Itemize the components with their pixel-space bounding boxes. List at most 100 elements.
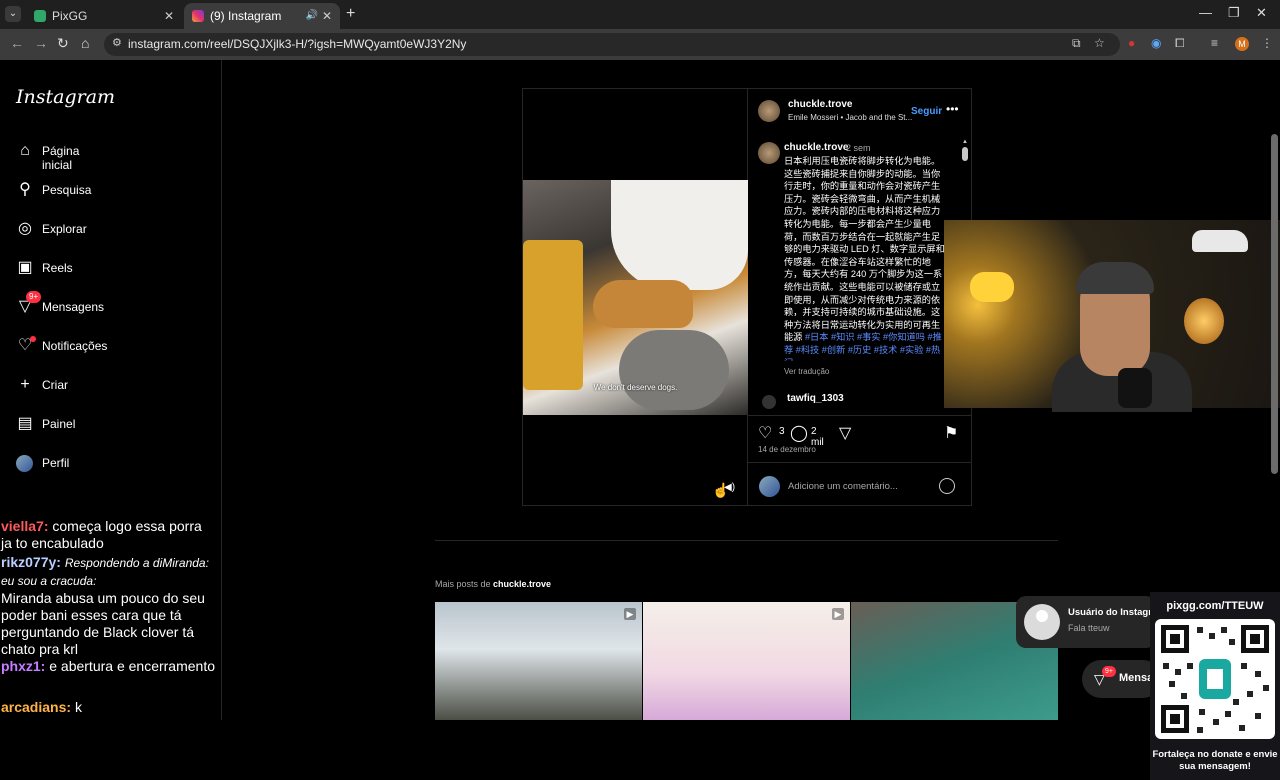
video-stretcher (523, 240, 583, 390)
url-text: instagram.com/reel/DSQJXjlk3-H/?igsh=MWQ… (128, 37, 467, 51)
extension-icon[interactable]: ◉ (1151, 36, 1161, 50)
scroll-thumb[interactable] (1271, 134, 1278, 474)
chat-username: arcadians: (1, 699, 72, 715)
post-audio[interactable]: Emile Mosseri • Jacob and the St... (788, 113, 913, 122)
chat-text: Miranda abusa um pouco do seu poder bani… (1, 590, 205, 657)
back-icon[interactable]: ← (10, 35, 24, 51)
sidebar-item-label: Painel (42, 417, 76, 431)
chat-username: rikz077y: (1, 554, 61, 570)
install-app-icon[interactable]: ⧉ (1072, 36, 1081, 51)
instagram-logo[interactable]: Instagram (16, 86, 115, 108)
profile-avatar[interactable]: M (1235, 37, 1249, 51)
messages-badge: 9+ (1102, 666, 1116, 677)
video-patient (619, 330, 729, 410)
video-person (611, 180, 748, 290)
post-username[interactable]: chuckle.trove (788, 99, 852, 110)
section-divider (435, 540, 1058, 541)
scroll-up-icon[interactable]: ▲ (962, 139, 968, 145)
see-translation-link[interactable]: Ver tradução (784, 367, 829, 376)
site-info-icon[interactable]: ⚙ (112, 36, 122, 49)
messages-label: Mensa (1119, 672, 1154, 684)
message-notification[interactable]: Usuário do Instagram Fala tteuw (1016, 596, 1166, 648)
avatar-head (1036, 610, 1048, 622)
tab-instagram[interactable]: (9) Instagram 🔊 ✕ (184, 3, 340, 29)
share-icon[interactable]: ▽ (839, 423, 851, 443)
close-window-button[interactable]: ✕ (1256, 5, 1267, 21)
emoji-icon[interactable] (939, 478, 955, 494)
close-icon[interactable]: ✕ (322, 3, 332, 29)
forward-icon[interactable]: → (34, 35, 48, 51)
media-control-icon[interactable]: ≡ (1211, 36, 1218, 50)
dashboard-icon: ▤ (17, 415, 33, 432)
avatar (759, 476, 780, 497)
avatar[interactable] (762, 395, 776, 409)
webcam-overlay (944, 220, 1280, 412)
menu-icon[interactable]: ⋮ (1261, 36, 1273, 50)
search-icon: ⚲ (19, 181, 31, 198)
instagram-favicon-icon (192, 10, 204, 22)
more-icon[interactable]: ••• (946, 102, 959, 116)
scroll-thumb[interactable] (962, 147, 968, 161)
post-thumbnail[interactable]: ▶ (643, 602, 850, 720)
reel-video[interactable]: We don't deserve dogs. ◀) (522, 88, 748, 506)
plus-icon: + (20, 376, 30, 393)
post-panel: chuckle.trove Emile Mosseri • Jacob and … (748, 88, 972, 506)
notification-dot (30, 336, 36, 342)
webcam-streamer-cap (1076, 262, 1154, 294)
tab-title: PixGG (52, 9, 88, 23)
compass-icon: ◎ (18, 220, 32, 237)
comment-username[interactable]: tawfiq_1303 (787, 393, 844, 404)
follow-button[interactable]: Seguir (911, 106, 942, 117)
chat-username: viella7: (1, 518, 49, 534)
comment-icon[interactable]: ◯ (790, 423, 808, 443)
sidebar-item-label: Criar (42, 378, 68, 392)
donation-url: pixgg.com/TTEUW (1166, 600, 1264, 612)
close-icon[interactable]: ✕ (164, 3, 174, 29)
speaker-icon[interactable]: 🔊 (306, 3, 318, 29)
notification-text: Fala tteuw (1068, 623, 1110, 633)
reload-icon[interactable]: ↻ (57, 35, 69, 52)
new-tab-button[interactable]: + (346, 5, 355, 23)
comment-input[interactable]: Adicione um comentário... (788, 481, 898, 492)
donation-qr-overlay: pixgg.com/TTEUW Fortaleça no donate e en… (1150, 592, 1280, 780)
avatar[interactable] (758, 142, 780, 164)
more-posts-label: Mais posts de chuckle.trove (435, 579, 551, 589)
qr-code-graphic (1161, 625, 1269, 733)
extension-icon[interactable]: ● (1128, 36, 1135, 50)
qr-code (1155, 619, 1275, 739)
home-icon[interactable]: ⌂ (81, 35, 89, 51)
chat-username: phxz1: (1, 658, 46, 674)
address-bar-row: ← → ↻ ⌂ ⚙ instagram.com/reel/DSQJXjlk3-H… (0, 29, 1280, 60)
page-scrollbar[interactable] (1271, 124, 1278, 474)
like-icon[interactable]: ♡ (758, 423, 772, 443)
bookmark-star-icon[interactable]: ☆ (1094, 36, 1105, 50)
chat-message: viella7: começa logo essa porra ja to en… (1, 518, 216, 552)
chat-message: phxz1: e abertura e encerramento (1, 658, 216, 675)
avatar[interactable] (758, 100, 780, 122)
restore-button[interactable]: ❐ (1228, 5, 1240, 21)
post-thumbnail[interactable]: ▶ (435, 602, 642, 720)
puzzle-icon[interactable]: ⧠ (1175, 36, 1185, 51)
sidebar-item-label: Página inicial (42, 144, 80, 172)
avatar (16, 455, 33, 472)
more-posts-user[interactable]: chuckle.trove (493, 579, 551, 589)
caption-hashtags[interactable]: #日本 #知识 #事实 #你知道吗 #推荐 #科技 #创新 #历史 #技术 #实… (784, 332, 942, 361)
bookmark-icon[interactable]: ⚑ (944, 423, 958, 443)
sidebar-item-label: Perfil (42, 456, 70, 470)
webcam-microphone (1118, 368, 1152, 408)
like-count: 3 (779, 426, 785, 437)
url-field[interactable]: ⚙ instagram.com/reel/DSQJXjlk3-H/?igsh=M… (104, 33, 1120, 56)
caption-username[interactable]: chuckle.trove (784, 142, 848, 153)
divider (748, 415, 972, 416)
reel-icon: ▶ (832, 608, 844, 620)
pixgg-favicon-icon (34, 10, 46, 22)
webcam-toy-car (1192, 230, 1248, 252)
post-caption: 日本利用压电瓷砖将脚步转化为电能。这些瓷砖捕捉来自你脚步的动能。当你行走时，你的… (784, 155, 948, 361)
tab-title: (9) Instagram (210, 9, 282, 23)
tab-search-button[interactable]: ⌄ (5, 6, 21, 22)
webcam-lamp (1184, 298, 1224, 344)
minimize-button[interactable]: — (1199, 5, 1212, 20)
tab-pixgg[interactable]: PixGG ✕ (26, 3, 182, 29)
chat-text: k (74, 699, 82, 715)
sidebar-item-label: Mensagens (42, 300, 105, 314)
